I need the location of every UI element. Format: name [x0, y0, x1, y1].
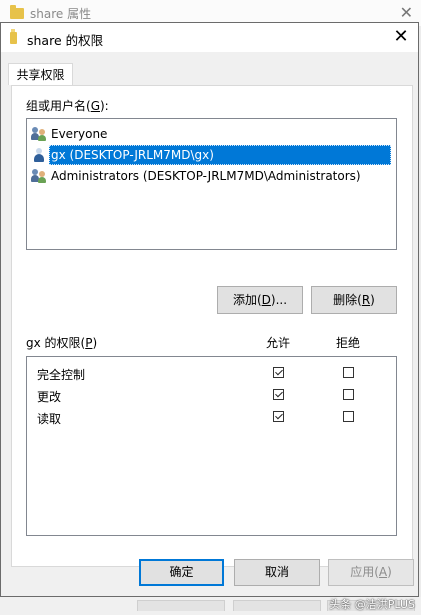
add-button[interactable]: 添加(D)... [217, 286, 303, 314]
permissions-label: gx 的权限(P) [26, 336, 98, 350]
group-icon [31, 169, 47, 183]
dialog-title: share 的权限 [27, 33, 104, 48]
tab-panel: 组或用户名(G): Everyone gx (DESKTOP-JRLM7MD\g… [11, 85, 413, 567]
cancel-button[interactable]: 取消 [234, 559, 320, 586]
apply-button[interactable]: 应用(A) [328, 559, 414, 586]
background-close-icon[interactable]: ✕ [400, 3, 413, 22]
permission-name: 完全控制 [37, 368, 86, 382]
user-list[interactable]: Everyone gx (DESKTOP-JRLM7MD\gx) Adminis… [26, 118, 397, 250]
deny-header: 拒绝 [336, 336, 361, 350]
allow-checkbox[interactable] [273, 367, 284, 378]
allow-header: 允许 [266, 336, 291, 350]
user-name: gx (DESKTOP-JRLM7MD\gx) [49, 145, 391, 165]
group-icon [31, 127, 47, 141]
user-icon [32, 148, 46, 162]
remove-button[interactable]: 删除(R) [311, 286, 397, 314]
user-name: Administrators (DESKTOP-JRLM7MD\Administ… [51, 169, 361, 183]
permission-name: 读取 [37, 412, 62, 426]
dialog-titlebar[interactable]: share 的权限 ✕ [1, 23, 418, 52]
permissions-dialog: share 的权限 ✕ 共享权限 组或用户名(G): Everyone gx (… [0, 22, 419, 597]
user-name: Everyone [51, 127, 108, 141]
background-window-title: share 属性 [30, 7, 92, 21]
deny-checkbox[interactable] [343, 389, 354, 400]
deny-checkbox[interactable] [343, 367, 354, 378]
permission-row-change: 更改 [27, 385, 396, 407]
background-button [137, 600, 225, 611]
users-label: 组或用户名(G): [26, 99, 109, 113]
permission-row-full-control: 完全控制 [27, 363, 396, 385]
tab-share-permissions[interactable]: 共享权限 [8, 63, 73, 85]
close-icon[interactable]: ✕ [390, 26, 412, 48]
background-button [233, 600, 321, 611]
permission-row-read: 读取 [27, 407, 396, 429]
permissions-list: 完全控制 更改 读取 [26, 356, 397, 536]
watermark: 头条 @洁洪PLUS [329, 598, 415, 611]
allow-checkbox[interactable] [273, 411, 284, 422]
ok-button[interactable]: 确定 [139, 559, 224, 586]
deny-checkbox[interactable] [343, 411, 354, 422]
allow-checkbox[interactable] [273, 389, 284, 400]
list-item-gx[interactable]: gx (DESKTOP-JRLM7MD\gx) [31, 145, 393, 165]
folder-icon [10, 29, 17, 44]
permission-name: 更改 [37, 390, 62, 404]
list-item-everyone[interactable]: Everyone [31, 124, 393, 144]
list-item-administrators[interactable]: Administrators (DESKTOP-JRLM7MD\Administ… [31, 166, 393, 186]
folder-icon [10, 5, 24, 19]
